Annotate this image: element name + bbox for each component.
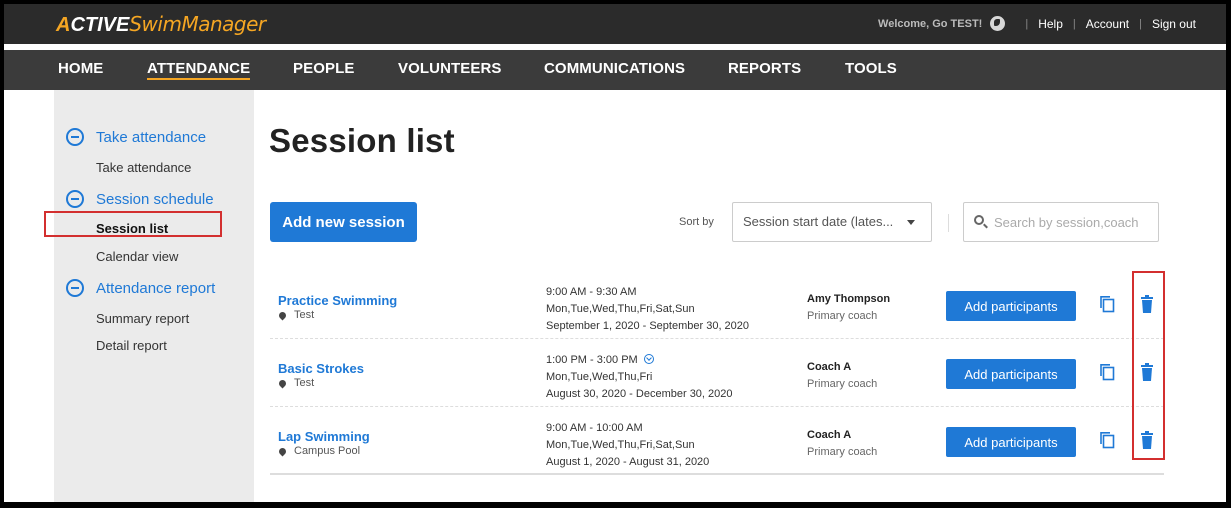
sidebar-item-calendar-view[interactable]: Calendar view xyxy=(96,249,178,264)
sidebar-section-take-attendance[interactable]: Take attendance xyxy=(66,128,206,146)
session-schedule: 9:00 AM - 10:00 AM Mon,Tue,Wed,Thu,Fri,S… xyxy=(546,420,709,471)
collapse-icon[interactable] xyxy=(66,190,84,208)
session-table: Practice Swimming Test 9:00 AM - 9:30 AM… xyxy=(270,271,1164,475)
nav-people[interactable]: PEOPLE xyxy=(293,60,354,77)
nav-reports[interactable]: REPORTS xyxy=(728,60,801,77)
sign-out-link[interactable]: Sign out xyxy=(1152,17,1196,31)
sidebar-section-session-schedule[interactable]: Session schedule xyxy=(66,190,214,208)
coach-info: Coach A Primary coach xyxy=(807,359,877,393)
session-schedule: 1:00 PM - 3:00 PM Mon,Tue,Wed,Thu,Fri Au… xyxy=(546,352,733,403)
location-text: Test xyxy=(294,309,315,321)
session-dates: September 1, 2020 - September 30, 2020 xyxy=(546,320,750,332)
top-bar: ACTIVESwimManager Welcome, Go TEST! | He… xyxy=(4,4,1226,44)
divider xyxy=(948,214,949,232)
divider: | xyxy=(1139,17,1142,30)
session-name-link[interactable]: Basic Strokes xyxy=(278,361,364,376)
sort-label: Sort by xyxy=(679,216,714,228)
nav-home[interactable]: HOME xyxy=(58,60,103,77)
sidebar-section-title: Session schedule xyxy=(96,190,214,208)
coach-info: Coach A Primary coach xyxy=(807,427,877,461)
table-row: Practice Swimming Test 9:00 AM - 9:30 AM… xyxy=(270,271,1164,339)
sidebar-item-detail-report[interactable]: Detail report xyxy=(96,338,167,353)
location-pin-icon xyxy=(277,310,288,320)
sidebar: Take attendance Take attendance Session … xyxy=(54,90,254,502)
coach-info: Amy Thompson Primary coach xyxy=(807,291,890,325)
session-time-line: 1:00 PM - 3:00 PM xyxy=(546,352,733,369)
coach-role: Primary coach xyxy=(807,378,878,390)
brand-logo[interactable]: ACTIVESwimManager xyxy=(56,12,266,37)
sidebar-section-attendance-report[interactable]: Attendance report xyxy=(66,279,215,297)
nav-communications[interactable]: COMMUNICATIONS xyxy=(544,60,685,77)
search-box[interactable] xyxy=(963,202,1159,242)
location-pin-icon xyxy=(277,378,288,388)
session-time: 9:00 AM - 9:30 AM xyxy=(546,286,637,298)
page-title: Session list xyxy=(269,122,455,159)
sort-select[interactable]: Session start date (lates... xyxy=(732,202,932,242)
location-text: Campus Pool xyxy=(294,445,361,457)
add-new-session-button[interactable]: Add new session xyxy=(270,202,417,242)
main-nav: HOME ATTENDANCE PEOPLE VOLUNTEERS COMMUN… xyxy=(4,50,1226,90)
session-dates: August 1, 2020 - August 31, 2020 xyxy=(546,456,710,468)
welcome-text: Welcome, Go TEST! xyxy=(878,17,983,30)
coach-name: Coach A xyxy=(807,361,852,373)
location-text: Test xyxy=(294,377,315,389)
highlight-box xyxy=(44,211,222,237)
session-days: Mon,Tue,Wed,Thu,Fri xyxy=(546,371,653,383)
highlight-box xyxy=(1132,271,1165,460)
table-row: Lap Swimming Campus Pool 9:00 AM - 10:00… xyxy=(270,407,1164,475)
add-participants-button[interactable]: Add participants xyxy=(946,427,1076,457)
session-time: 1:00 PM - 3:00 PM xyxy=(546,354,638,366)
divider: | xyxy=(1025,17,1029,30)
table-row: Basic Strokes Test 1:00 PM - 3:00 PM Mon… xyxy=(270,339,1164,407)
sidebar-section-title: Attendance report xyxy=(96,279,216,297)
help-link[interactable]: Help xyxy=(1038,17,1063,31)
account-link[interactable]: Account xyxy=(1086,17,1129,31)
globe-icon[interactable] xyxy=(990,16,1006,31)
session-location: Campus Pool xyxy=(277,445,361,457)
add-participants-button[interactable]: Add participants xyxy=(946,291,1076,321)
sidebar-item-summary-report[interactable]: Summary report xyxy=(96,311,189,326)
session-days: Mon,Tue,Wed,Thu,Fri,Sat,Sun xyxy=(546,439,695,451)
nav-tools[interactable]: TOOLS xyxy=(845,60,897,77)
search-icon xyxy=(974,215,984,225)
coach-role: Primary coach xyxy=(807,310,878,322)
session-schedule: 9:00 AM - 9:30 AM Mon,Tue,Wed,Thu,Fri,Sa… xyxy=(546,284,749,335)
add-participants-button[interactable]: Add participants xyxy=(946,359,1076,389)
copy-icon[interactable] xyxy=(1099,295,1115,313)
copy-icon[interactable] xyxy=(1099,431,1115,449)
divider: | xyxy=(1072,17,1076,30)
sort-select-value: Session start date (lates... xyxy=(743,214,894,229)
nav-attendance[interactable]: ATTENDANCE xyxy=(147,60,251,80)
app-frame: ACTIVESwimManager Welcome, Go TEST! | He… xyxy=(4,4,1226,502)
collapse-icon[interactable] xyxy=(66,279,84,297)
copy-icon[interactable] xyxy=(1099,363,1115,381)
search-input[interactable] xyxy=(994,211,1154,233)
sidebar-section-title: Take attendance xyxy=(96,128,207,146)
session-days: Mon,Tue,Wed,Thu,Fri,Sat,Sun xyxy=(546,303,695,315)
session-name-link[interactable]: Practice Swimming xyxy=(278,293,397,308)
coach-name: Coach A xyxy=(807,429,852,441)
coach-name: Amy Thompson xyxy=(807,293,891,305)
coach-role: Primary coach xyxy=(807,446,878,458)
caret-down-icon xyxy=(907,220,915,225)
session-location: Test xyxy=(277,309,315,321)
sidebar-item-take-attendance[interactable]: Take attendance xyxy=(96,160,191,175)
session-name-link[interactable]: Lap Swimming xyxy=(278,429,370,444)
location-pin-icon xyxy=(277,446,288,456)
user-menu: Welcome, Go TEST! | Help | Account | Sig… xyxy=(878,16,1196,31)
session-dates: August 30, 2020 - December 30, 2020 xyxy=(546,388,733,400)
nav-volunteers[interactable]: VOLUNTEERS xyxy=(398,60,502,77)
session-location: Test xyxy=(277,377,315,389)
chevron-down-icon[interactable] xyxy=(643,354,654,364)
collapse-icon[interactable] xyxy=(66,128,84,146)
session-time: 9:00 AM - 10:00 AM xyxy=(546,422,643,434)
